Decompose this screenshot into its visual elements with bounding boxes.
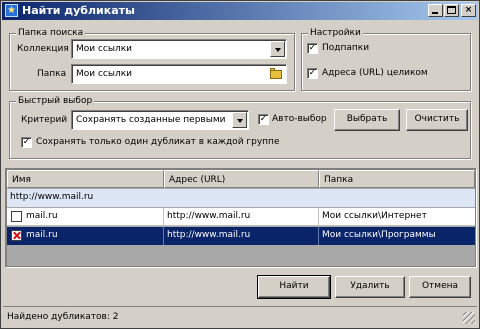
keep-one-checkbox[interactable]: ✓ <box>21 137 32 148</box>
window-title: Найти дубликаты <box>22 4 135 17</box>
close-button[interactable]: × <box>461 4 476 17</box>
folder-field[interactable]: Мои ссылки <box>71 64 287 84</box>
criterion-value: Сохранять созданные первыми <box>76 115 226 125</box>
table-cell-url: http://www.mail.ru <box>164 208 319 226</box>
criterion-label: Критерий <box>21 115 68 125</box>
folder-label: Папка <box>37 69 67 79</box>
settings-legend: Настройки <box>308 27 363 39</box>
title-bar[interactable]: ★ Найти дубликаты × <box>2 2 478 20</box>
duplicates-table[interactable]: Имя Адрес (URL) Папка http://www.mail.ru… <box>5 168 477 268</box>
collection-select[interactable]: Мои ссылки <box>71 39 287 59</box>
delete-button[interactable]: Удалить <box>335 276 405 298</box>
full-url-label: Адреса (URL) целиком <box>322 68 428 78</box>
chevron-down-icon <box>275 48 281 52</box>
star-icon: ★ <box>5 4 18 17</box>
status-text: Найдено дубликатов: 2 <box>7 312 119 322</box>
select-button[interactable]: Выбрать <box>334 109 400 131</box>
status-bar: Найдено дубликатов: 2 <box>3 306 477 326</box>
group-row[interactable]: http://www.mail.ru <box>7 189 475 207</box>
find-button[interactable]: Найти <box>257 275 331 299</box>
criterion-dropdown-button[interactable] <box>232 112 247 128</box>
maximize-icon <box>447 6 456 14</box>
clear-button[interactable]: Очистить <box>406 109 468 131</box>
subfolders-label: Подпапки <box>322 43 370 53</box>
full-url-checkbox[interactable]: ✓ <box>307 68 318 79</box>
row-checkbox[interactable] <box>11 211 22 222</box>
maximize-button[interactable] <box>444 4 459 17</box>
close-icon: × <box>464 5 473 15</box>
minimize-button[interactable] <box>428 4 443 17</box>
duplicates-table-body: Имя Адрес (URL) Папка http://www.mail.ru… <box>7 170 475 266</box>
keep-one-label: Сохранять только один дубликат в каждой … <box>36 137 280 147</box>
column-header-url[interactable]: Адрес (URL) <box>164 170 319 188</box>
minimize-icon <box>432 12 438 14</box>
row-name: mail.ru <box>26 211 58 221</box>
find-duplicates-dialog: ★ Найти дубликаты × Папка поиска Коллекц… <box>0 0 480 329</box>
column-header-name[interactable]: Имя <box>7 170 164 188</box>
browse-folder-button[interactable] <box>269 67 284 81</box>
cancel-button[interactable]: Отмена <box>409 276 471 298</box>
subfolders-checkbox[interactable]: ✓ <box>307 43 318 54</box>
resize-grip-icon[interactable] <box>463 312 475 324</box>
auto-select-label: Авто-выбор <box>272 114 327 124</box>
collection-dropdown-button[interactable] <box>270 41 285 57</box>
column-header-folder[interactable]: Папка <box>319 170 475 188</box>
table-row[interactable]: mail.ru http://www.mail.ru Мои ссылки\Ин… <box>7 208 475 226</box>
table-cell-name: mail.ru <box>7 208 164 226</box>
collection-label: Коллекция <box>17 44 69 54</box>
folder-icon <box>270 70 282 79</box>
table-cell-name: mail.ru <box>7 227 164 245</box>
quick-select-legend: Быстрый выбор <box>16 95 95 107</box>
criterion-select[interactable]: Сохранять созданные первыми <box>71 110 249 130</box>
row-name: mail.ru <box>26 230 58 240</box>
table-cell-folder: Мои ссылки\Программы <box>322 230 436 240</box>
auto-select-checkbox[interactable]: ✓ <box>258 114 269 125</box>
group-label: http://www.mail.ru <box>10 192 94 202</box>
search-folder-legend: Папка поиска <box>16 27 86 39</box>
table-row[interactable]: mail.ru http://www.mail.ru Мои ссылки\Пр… <box>7 227 475 245</box>
table-cell-folder: Мои ссылки\Интернет <box>322 211 427 221</box>
table-cell-url: http://www.mail.ru <box>164 227 319 245</box>
collection-value: Мои ссылки <box>76 44 133 54</box>
folder-value: Мои ссылки <box>76 69 133 79</box>
delete-mark-icon[interactable] <box>11 230 22 241</box>
chevron-down-icon <box>237 119 243 123</box>
